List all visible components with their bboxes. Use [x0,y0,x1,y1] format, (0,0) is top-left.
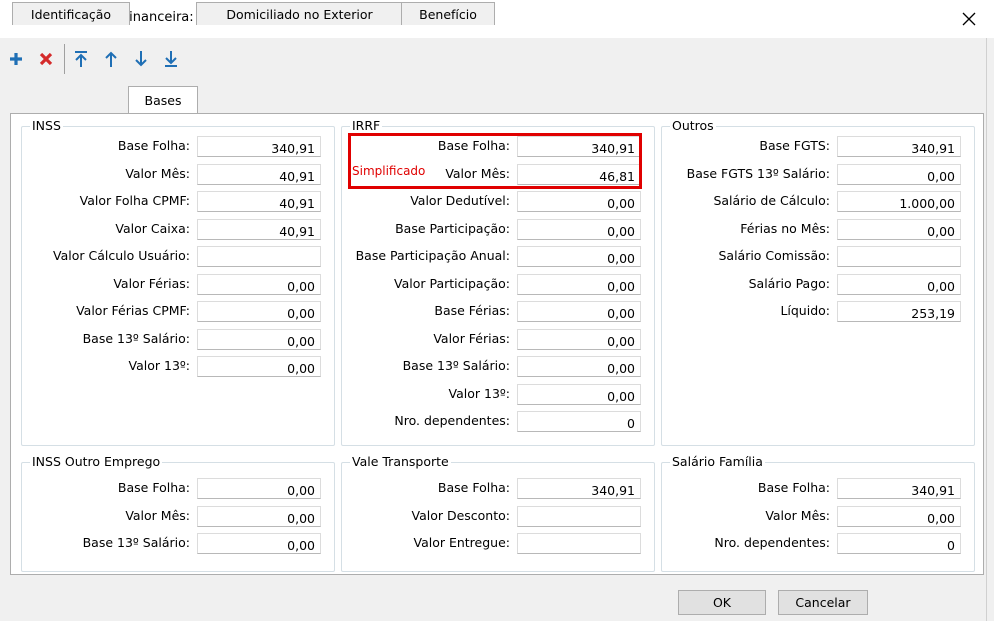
inss-valor-caixa-field[interactable]: 40,91 [197,219,321,240]
outros-liquido-field[interactable]: 253,19 [837,301,961,322]
vale-valor-entregue-field[interactable] [517,533,641,554]
irrf-base-ferias-label: Base Férias: [434,303,510,318]
familia-valor-mes-label: Valor Mês: [765,508,830,523]
familia-valor-mes-field[interactable]: 0,00 [837,506,961,527]
inss-valor-13-label: Valor 13º: [128,358,190,373]
tab-identificacao[interactable]: Identificação [12,2,130,25]
irrf-valor-13-field[interactable]: 0,00 [517,384,641,405]
inss-valor-13-field[interactable]: 0,00 [197,356,321,377]
outros-base-fgts-field[interactable]: 340,91 [837,136,961,157]
add-icon[interactable] [5,48,27,70]
irrf-valor-participacao-field[interactable]: 0,00 [517,274,641,295]
tab-beneficio[interactable]: Benefício [401,2,495,25]
irrf-base-13-salario-label: Base 13º Salário: [402,358,510,373]
inss-valor-ferias-label: Valor Férias: [113,276,190,291]
irrf-valor-dedutivel-field[interactable]: 0,00 [517,191,641,212]
simplificado-annotation: Simplificado [352,164,426,178]
irrf-base-13-salario-field[interactable]: 0,00 [517,356,641,377]
outros-salario-pago-field[interactable]: 0,00 [837,274,961,295]
outros-base-fgts-13-salario-field[interactable]: 0,00 [837,164,961,185]
familia-nro-dependentes-label: Nro. dependentes: [714,535,830,550]
vale-valor-entregue-label: Valor Entregue: [413,535,510,550]
outros-salario-comissao-label: Salário Comissão: [718,248,830,263]
inss-base-folha-field[interactable]: 340,91 [197,136,321,157]
inss-base-13-salario-label: Base 13º Salário: [82,331,190,346]
inss-valor-ferias-cpmf-field[interactable]: 0,00 [197,301,321,322]
irrf-base-folha-label: Base Folha: [437,138,510,153]
inss-valor-calculo-usuario-field[interactable] [197,246,321,267]
inss-outro-base-13-salario-field[interactable]: 0,00 [197,533,321,554]
toolbar-separator [64,44,65,74]
inss-valor-mes-label: Valor Mês: [125,166,190,181]
outros-base-fgts-label: Base FGTS: [759,138,830,153]
familia-base-folha-label: Base Folha: [757,480,830,495]
outros-salario-de-calculo-label: Salário de Cálculo: [713,193,830,208]
vale-valor-desconto-label: Valor Desconto: [411,508,510,523]
inss-outro-valor-mes-label: Valor Mês: [125,508,190,523]
irrf-base-participacao-field[interactable]: 0,00 [517,219,641,240]
toolbar [0,38,994,82]
irrf-valor-mes-label: Valor Mês: [445,166,510,181]
irrf-valor-dedutivel-label: Valor Dedutível: [410,193,510,208]
outros-salario-pago-label: Salário Pago: [748,276,830,291]
inss-valor-folha-cpmf-field[interactable]: 40,91 [197,191,321,212]
familia-base-folha-field[interactable]: 340,91 [837,478,961,499]
inss-base-folha-label: Base Folha: [117,138,190,153]
irrf-base-ferias-field[interactable]: 0,00 [517,301,641,322]
irrf-nro-dependentes-label: Nro. dependentes: [394,413,510,428]
familia-nro-dependentes-field[interactable]: 0 [837,533,961,554]
inss-valor-calculo-usuario-label: Valor Cálculo Usuário: [53,248,190,263]
cancel-button[interactable]: Cancelar [778,590,868,615]
inss-valor-ferias-cpmf-label: Valor Férias CPMF: [76,303,190,318]
first-record-icon[interactable] [70,48,92,70]
tab-domiciliado-no-exterior[interactable]: Domiciliado no Exterior [196,2,403,25]
irrf-base-participacao-label: Base Participação: [395,221,510,236]
inss-outro-base-folha-field[interactable]: 0,00 [197,478,321,499]
inss-base-13-salario-field[interactable]: 0,00 [197,329,321,350]
tab-bases[interactable]: Bases [128,86,198,113]
title-bar: Período da Ficha Financeira: 1 - 44445 [0,0,994,38]
group-title: Vale Transporte [350,454,451,469]
group-title: INSS [30,118,63,133]
outros-liquido-label: Líquido: [780,303,830,318]
inss-valor-folha-cpmf-label: Valor Folha CPMF: [79,193,190,208]
irrf-valor-13-label: Valor 13º: [448,386,510,401]
irrf-nro-dependentes-field[interactable]: 0 [517,411,641,432]
vale-base-folha-field[interactable]: 340,91 [517,478,641,499]
outros-ferias-no-mes-field[interactable]: 0,00 [837,219,961,240]
last-record-icon[interactable] [160,48,182,70]
outros-ferias-no-mes-label: Férias no Mês: [740,221,830,236]
window-edge [986,38,994,621]
vale-valor-desconto-field[interactable] [517,506,641,527]
previous-record-icon[interactable] [100,48,122,70]
vale-base-folha-label: Base Folha: [437,480,510,495]
delete-icon[interactable] [35,48,57,70]
irrf-base-participacao-anual-label: Base Participação Anual: [355,248,510,263]
outros-base-fgts-13-salario-label: Base FGTS 13º Salário: [686,166,830,181]
inss-outro-valor-mes-field[interactable]: 0,00 [197,506,321,527]
inss-valor-mes-field[interactable]: 40,91 [197,164,321,185]
group-title: Outros [670,118,716,133]
next-record-icon[interactable] [130,48,152,70]
outros-salario-de-calculo-field[interactable]: 1.000,00 [837,191,961,212]
inss-valor-ferias-field[interactable]: 0,00 [197,274,321,295]
inss-outro-base-folha-label: Base Folha: [117,480,190,495]
inss-outro-base-13-salario-label: Base 13º Salário: [82,535,190,550]
group-title: INSS Outro Emprego [30,454,163,469]
irrf-base-participacao-anual-field[interactable]: 0,00 [517,246,641,267]
outros-salario-comissao-field[interactable] [837,246,961,267]
irrf-valor-ferias-field[interactable]: 0,00 [517,329,641,350]
inss-valor-caixa-label: Valor Caixa: [115,221,190,236]
ok-button[interactable]: OK [678,590,766,615]
irrf-valor-ferias-label: Valor Férias: [433,331,510,346]
group-title: IRRF [350,118,383,133]
irrf-valor-participacao-label: Valor Participação: [394,276,510,291]
group-title: Salário Família [670,454,765,469]
irrf-valor-mes-field[interactable]: 46,81 [517,164,641,185]
irrf-base-folha-field[interactable]: 340,91 [517,136,641,157]
close-icon[interactable] [954,4,984,34]
